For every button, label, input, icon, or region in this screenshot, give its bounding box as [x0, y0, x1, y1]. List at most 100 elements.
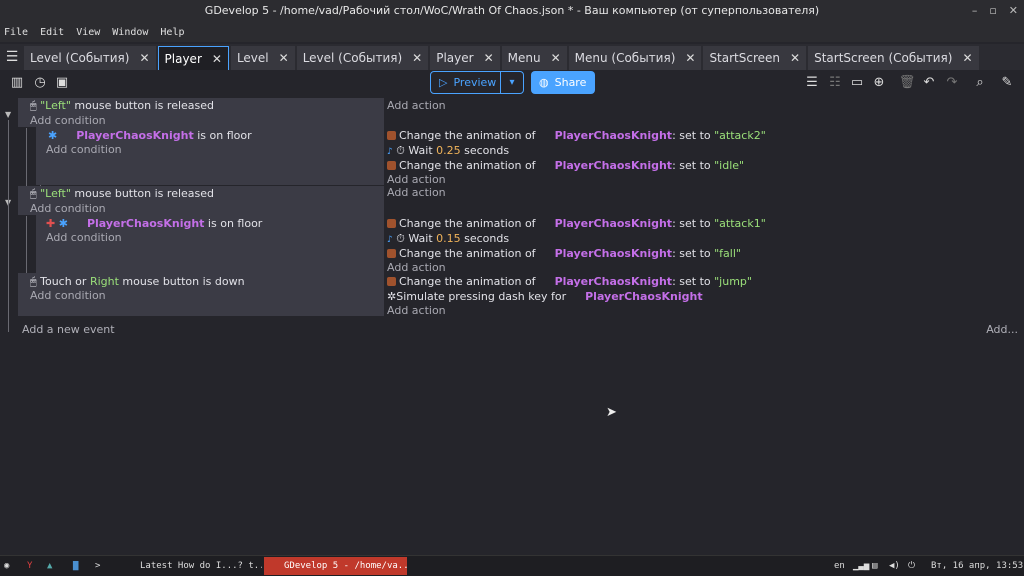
- chevron-down-icon[interactable]: ▾: [500, 72, 523, 93]
- event-actions[interactable]: Add action: [387, 98, 987, 127]
- condition-row[interactable]: ✱ PlayerChaosKnight is on floor: [48, 129, 252, 142]
- task-label: Latest How do I...? t...: [140, 561, 262, 571]
- condition-row[interactable]: 🖱 Touch or Right mouse button is down: [30, 275, 245, 289]
- task-gdevelop[interactable]: GDevelop 5 - /home/va...: [264, 557, 407, 575]
- tab-close-icon[interactable]: ✕: [962, 51, 972, 65]
- menu-help[interactable]: Help: [160, 27, 184, 38]
- start-menu-icon[interactable]: ◉: [4, 558, 9, 574]
- collapse-chevron-icon[interactable]: ▼: [5, 110, 11, 119]
- tab-close-icon[interactable]: ✕: [139, 51, 149, 65]
- add-condition-link[interactable]: Add condition: [46, 231, 122, 244]
- history-icon[interactable]: ◷: [31, 74, 49, 92]
- tab-startscreen[interactable]: StartScreen ✕: [703, 46, 807, 70]
- menu-edit[interactable]: Edit: [40, 27, 64, 38]
- search-icon[interactable]: ⌕: [971, 74, 989, 92]
- add-condition-link[interactable]: Add condition: [46, 143, 122, 156]
- tab-close-icon[interactable]: ✕: [412, 51, 422, 65]
- volume-icon[interactable]: ◀): [889, 558, 900, 574]
- event-actions[interactable]: Change the animation of PlayerChaosKnigh…: [387, 273, 987, 317]
- menu-window[interactable]: Window: [112, 27, 148, 38]
- yandex-browser-icon[interactable]: Y: [27, 558, 32, 574]
- event-conditions[interactable]: 🖱 "Left" mouse button is released Add co…: [18, 98, 384, 127]
- redo-icon[interactable]: ↷: [943, 74, 961, 92]
- power-icon[interactable]: ⏻: [908, 558, 915, 574]
- action-row[interactable]: ♪ ⏱ Wait 0.15 seconds: [387, 232, 509, 246]
- subevent-actions[interactable]: Change the animation of PlayerChaosKnigh…: [387, 215, 987, 274]
- clipboard-icon[interactable]: ▤: [872, 558, 877, 574]
- tab-close-icon[interactable]: ✕: [212, 52, 222, 66]
- subevent-actions[interactable]: Change the animation of PlayerChaosKnigh…: [387, 127, 987, 186]
- tree-line: [26, 216, 27, 276]
- condition-row[interactable]: 🖱 "Left" mouse button is released: [30, 187, 214, 201]
- tab-player[interactable]: Player ✕: [430, 46, 500, 70]
- keyboard-layout[interactable]: en: [834, 558, 845, 574]
- tab-menu-events[interactable]: Menu (События) ✕: [568, 46, 702, 70]
- minimize-icon[interactable]: –: [972, 0, 978, 22]
- preview-button[interactable]: ▷ Preview ▾: [430, 71, 524, 94]
- action-row[interactable]: Change the animation of PlayerChaosKnigh…: [387, 159, 744, 172]
- share-button[interactable]: ◍ Share: [531, 71, 595, 94]
- add-condition-link[interactable]: Add condition: [30, 202, 106, 215]
- tab-close-icon[interactable]: ✕: [484, 51, 494, 65]
- clock[interactable]: Вт, 16 апр, 13:53: [931, 558, 1023, 574]
- event-conditions[interactable]: 🖱 Touch or Right mouse button is down Ad…: [18, 273, 384, 316]
- layout-panels-icon[interactable]: ▥: [8, 74, 26, 92]
- add-comment-icon[interactable]: ▭: [848, 74, 866, 92]
- edit-properties-icon[interactable]: ✎: [998, 74, 1016, 92]
- animation-value: "fall": [714, 247, 741, 260]
- subevent-conditions[interactable]: ✱ PlayerChaosKnight is on floor Add cond…: [36, 127, 384, 185]
- undo-icon[interactable]: ↶: [920, 74, 938, 92]
- event-actions[interactable]: Add action: [387, 186, 987, 215]
- add-action-link[interactable]: Add action: [387, 173, 446, 186]
- action-row[interactable]: Change the animation of PlayerChaosKnigh…: [387, 247, 741, 260]
- add-action-link[interactable]: Add action: [387, 304, 446, 317]
- task-browser[interactable]: Latest How do I...? t...: [120, 557, 262, 575]
- condition-row[interactable]: 🖱 "Left" mouse button is released: [30, 99, 214, 113]
- action-row[interactable]: ✲Simulate pressing dash key for PlayerCh…: [387, 290, 703, 303]
- add-more-button[interactable]: Add...: [986, 323, 1018, 336]
- terminal-icon[interactable]: >: [95, 558, 100, 574]
- tab-close-icon[interactable]: ✕: [551, 51, 561, 65]
- object-name: PlayerChaosKnight: [86, 217, 205, 230]
- add-new-event-link[interactable]: Add a new event: [22, 323, 115, 336]
- files-icon[interactable]: ▇: [73, 558, 78, 574]
- menu-file[interactable]: File: [4, 27, 28, 38]
- condition-row[interactable]: ✚ ✱ PlayerChaosKnight is on floor: [46, 217, 262, 230]
- delete-icon[interactable]: 🗑: [898, 74, 916, 92]
- add-condition-link[interactable]: Add condition: [30, 114, 106, 127]
- tab-level-events-2[interactable]: Level (События) ✕: [296, 46, 429, 70]
- tab-menu[interactable]: Menu ✕: [501, 46, 567, 70]
- tab-label: Level (События): [30, 51, 130, 65]
- add-action-link[interactable]: Add action: [387, 99, 446, 112]
- maximize-icon[interactable]: ▫: [989, 0, 996, 22]
- image-viewer-icon[interactable]: ▲: [47, 558, 52, 574]
- tab-close-icon[interactable]: ✕: [279, 51, 289, 65]
- preview-label: Preview: [453, 76, 497, 89]
- action-row[interactable]: Change the animation of PlayerChaosKnigh…: [387, 275, 752, 288]
- add-condition-link[interactable]: Add condition: [30, 289, 106, 302]
- tab-level-events[interactable]: Level (События) ✕: [24, 46, 156, 70]
- add-circle-icon[interactable]: ⊕: [870, 74, 888, 92]
- action-row[interactable]: Change the animation of PlayerChaosKnigh…: [387, 217, 766, 230]
- event-conditions[interactable]: 🖱 "Left" mouse button is released Add co…: [18, 186, 384, 215]
- tab-label: Player: [436, 51, 474, 65]
- preview-main[interactable]: ▷ Preview: [431, 76, 500, 89]
- tab-level[interactable]: Level ✕: [230, 46, 295, 70]
- add-subevent-icon[interactable]: ☷: [826, 74, 844, 92]
- window-controls: – ▫ ✕: [972, 0, 1018, 22]
- menu-view[interactable]: View: [76, 27, 100, 38]
- add-event-icon[interactable]: ☰: [803, 74, 821, 92]
- action-row[interactable]: ♪ ⏱ Wait 0.25 seconds: [387, 144, 509, 158]
- subevent-conditions[interactable]: ✚ ✱ PlayerChaosKnight is on floor Add co…: [36, 215, 384, 273]
- network-signal-icon[interactable]: ▁▃▅: [853, 558, 869, 574]
- action-row[interactable]: Change the animation of PlayerChaosKnigh…: [387, 129, 766, 142]
- tree-line: [8, 120, 9, 332]
- hamburger-menu-icon[interactable]: ☰: [0, 44, 24, 70]
- add-action-link[interactable]: Add action: [387, 186, 446, 199]
- tab-close-icon[interactable]: ✕: [685, 51, 695, 65]
- save-icon[interactable]: ▣: [53, 74, 71, 92]
- tab-player-active[interactable]: Player ✕: [157, 46, 229, 70]
- tab-startscreen-events[interactable]: StartScreen (События) ✕: [808, 46, 979, 70]
- tab-close-icon[interactable]: ✕: [790, 51, 800, 65]
- close-icon[interactable]: ✕: [1009, 0, 1018, 22]
